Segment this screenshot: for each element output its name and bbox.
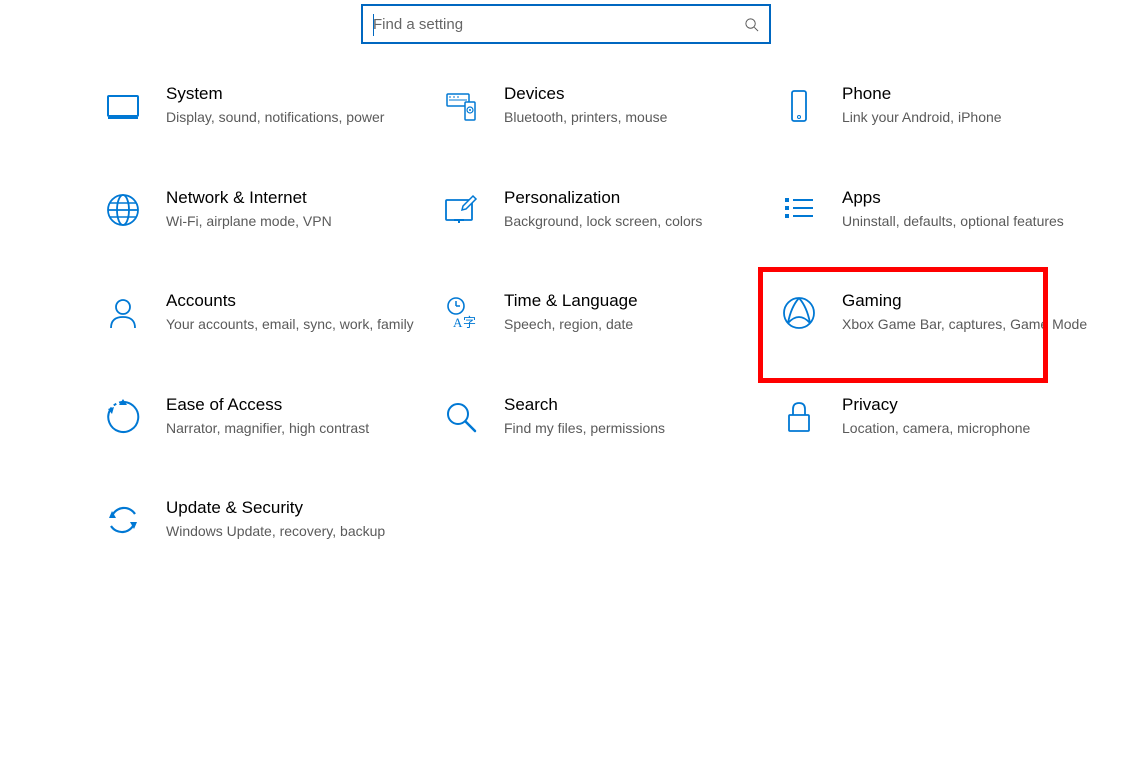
category-title: Time & Language: [504, 291, 638, 311]
search-input[interactable]: [373, 16, 743, 33]
category-gaming[interactable]: Gaming Xbox Game Bar, captures, Game Mod…: [776, 291, 1114, 335]
category-desc: Find my files, permissions: [504, 419, 665, 439]
text-caret: [373, 14, 374, 36]
category-title: Update & Security: [166, 498, 385, 518]
category-phone[interactable]: Phone Link your Android, iPhone: [776, 84, 1114, 128]
apps-icon: [776, 188, 822, 228]
category-search[interactable]: Search Find my files, permissions: [438, 395, 776, 439]
settings-grid: System Display, sound, notifications, po…: [0, 84, 1132, 542]
time-language-icon: A 字: [438, 291, 484, 331]
category-desc: Speech, region, date: [504, 315, 638, 335]
category-desc: Uninstall, defaults, optional features: [842, 212, 1064, 232]
phone-icon: [776, 84, 822, 124]
category-title: Apps: [842, 188, 1064, 208]
gaming-icon: [776, 291, 822, 331]
search-box[interactable]: [361, 4, 771, 44]
category-title: Personalization: [504, 188, 702, 208]
category-desc: Display, sound, notifications, power: [166, 108, 384, 128]
accounts-icon: [100, 291, 146, 331]
category-update-security[interactable]: Update & Security Windows Update, recove…: [100, 498, 438, 542]
category-accounts[interactable]: Accounts Your accounts, email, sync, wor…: [100, 291, 438, 335]
category-desc: Xbox Game Bar, captures, Game Mode: [842, 315, 1087, 335]
category-apps[interactable]: Apps Uninstall, defaults, optional featu…: [776, 188, 1114, 232]
category-desc: Bluetooth, printers, mouse: [504, 108, 667, 128]
svg-text:字: 字: [463, 315, 476, 330]
category-title: Gaming: [842, 291, 1087, 311]
category-title: Search: [504, 395, 665, 415]
category-title: Network & Internet: [166, 188, 332, 208]
category-title: Devices: [504, 84, 667, 104]
category-network[interactable]: Network & Internet Wi-Fi, airplane mode,…: [100, 188, 438, 232]
category-desc: Narrator, magnifier, high contrast: [166, 419, 369, 439]
category-desc: Background, lock screen, colors: [504, 212, 702, 232]
category-devices[interactable]: Devices Bluetooth, printers, mouse: [438, 84, 776, 128]
privacy-icon: [776, 395, 822, 435]
system-icon: [100, 84, 146, 124]
network-icon: [100, 188, 146, 228]
category-system[interactable]: System Display, sound, notifications, po…: [100, 84, 438, 128]
personalization-icon: [438, 188, 484, 228]
devices-icon: [438, 84, 484, 124]
category-title: Privacy: [842, 395, 1030, 415]
category-desc: Your accounts, email, sync, work, family: [166, 315, 414, 335]
update-security-icon: [100, 498, 146, 538]
category-privacy[interactable]: Privacy Location, camera, microphone: [776, 395, 1114, 439]
category-ease-of-access[interactable]: Ease of Access Narrator, magnifier, high…: [100, 395, 438, 439]
category-time-language[interactable]: A 字 Time & Language Speech, region, date: [438, 291, 776, 335]
category-desc: Wi-Fi, airplane mode, VPN: [166, 212, 332, 232]
category-title: Accounts: [166, 291, 414, 311]
category-desc: Windows Update, recovery, backup: [166, 522, 385, 542]
svg-text:A: A: [453, 315, 463, 330]
ease-of-access-icon: [100, 395, 146, 435]
category-desc: Location, camera, microphone: [842, 419, 1030, 439]
category-desc: Link your Android, iPhone: [842, 108, 1002, 128]
category-title: Ease of Access: [166, 395, 369, 415]
search-category-icon: [438, 395, 484, 435]
category-personalization[interactable]: Personalization Background, lock screen,…: [438, 188, 776, 232]
category-title: Phone: [842, 84, 1002, 104]
search-icon: [743, 16, 759, 32]
category-title: System: [166, 84, 384, 104]
